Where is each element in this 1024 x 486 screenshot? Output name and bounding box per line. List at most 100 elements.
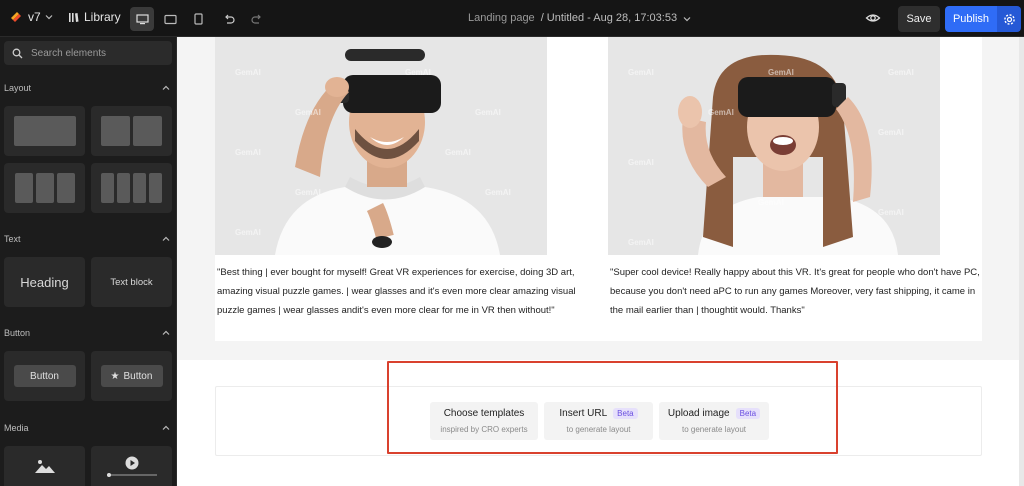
chevron-down-icon xyxy=(683,17,691,22)
top-toolbar: v7 Library Landing page / Untitled - Aug… xyxy=(0,0,1024,37)
testimonial-quote-right[interactable]: "Super cool device! Really happy about t… xyxy=(610,263,982,320)
watermark-text: GemAI xyxy=(235,228,261,237)
text-section-header[interactable]: Text xyxy=(4,234,170,244)
testimonial-photo-man[interactable]: GemAI GemAI GemAI GemAI GemAI GemAI GemA… xyxy=(215,37,547,255)
watermark-text: GemAI xyxy=(445,148,471,157)
heading-element[interactable]: Heading xyxy=(4,257,85,307)
chevron-up-icon xyxy=(162,330,170,335)
watermark-text: GemAI xyxy=(768,68,794,77)
testimonial-quote-left[interactable]: "Best thing | ever bought for myself! Gr… xyxy=(217,263,587,320)
watermark-text: GemAI xyxy=(758,198,784,207)
column-placeholder xyxy=(149,173,162,203)
column-placeholder xyxy=(14,173,33,203)
quote-line: "Best thing | ever bought for myself! Gr… xyxy=(217,267,575,278)
watermark-text: GemAI xyxy=(295,108,321,117)
layout-2-columns[interactable] xyxy=(91,106,172,156)
button-element[interactable]: Button xyxy=(4,351,85,401)
man-vr-illustration: GemAI GemAI GemAI GemAI GemAI GemAI GemA… xyxy=(215,37,547,255)
video-progress-bar xyxy=(106,473,157,477)
publish-button[interactable]: Publish xyxy=(945,6,997,32)
version-menu[interactable]: v7 xyxy=(8,9,53,25)
watermark-text: GemAI xyxy=(485,188,511,197)
watermark-text: GemAI xyxy=(878,128,904,137)
icon-button-preview: ★ Button xyxy=(100,365,163,387)
watermark-text: GemAI xyxy=(405,68,431,77)
elements-sidebar: Layout Text Heading Text block Button Bu… xyxy=(0,37,177,486)
video-element[interactable] xyxy=(91,446,172,486)
editor-canvas[interactable]: GemAI GemAI GemAI GemAI GemAI GemAI GemA… xyxy=(177,37,1024,486)
image-element[interactable] xyxy=(4,446,85,486)
library-icon xyxy=(69,12,79,22)
chevron-up-icon xyxy=(162,425,170,430)
eye-icon xyxy=(865,14,881,22)
testimonial-photo-woman[interactable]: GemAI GemAI GemAI GemAI GemAI GemAI GemA… xyxy=(608,37,940,255)
heading-label: Heading xyxy=(20,274,69,290)
version-label: v7 xyxy=(28,10,41,24)
text-section-title: Text xyxy=(4,234,21,244)
column-placeholder xyxy=(133,116,162,146)
page-title-menu[interactable]: Landing page / Untitled - Aug 28, 17:03:… xyxy=(468,12,691,24)
tablet-icon xyxy=(163,14,177,24)
column-placeholder xyxy=(117,173,130,203)
undo-icon xyxy=(225,14,235,24)
search-icon xyxy=(12,48,23,58)
publish-settings-button[interactable] xyxy=(997,6,1021,32)
redo-button[interactable] xyxy=(245,7,269,31)
save-button[interactable]: Save xyxy=(898,6,940,32)
search-input[interactable] xyxy=(31,47,161,59)
media-section-header[interactable]: Media xyxy=(4,423,170,433)
quote-line: amazing visual puzzle games. | wear glas… xyxy=(217,286,576,297)
page-subtitle: / Untitled - Aug 28, 17:03:53 xyxy=(540,12,678,24)
watermark-text: GemAI xyxy=(628,68,654,77)
desktop-icon xyxy=(135,13,149,24)
undo-button[interactable] xyxy=(217,7,241,31)
star-icon: ★ xyxy=(110,370,120,382)
watermark-text: GemAI xyxy=(888,68,914,77)
quote-line: "Super cool device! Really happy about t… xyxy=(610,267,980,278)
quote-line: the mail earlier than | thoughtit would.… xyxy=(610,305,805,316)
play-icon xyxy=(125,456,138,470)
column-placeholder xyxy=(101,173,114,203)
watermark-text: GemAI xyxy=(628,238,654,247)
layout-section-header[interactable]: Layout xyxy=(4,83,170,93)
search-box[interactable] xyxy=(4,41,172,65)
testimonials-container: GemAI GemAI GemAI GemAI GemAI GemAI GemA… xyxy=(215,37,982,341)
tablet-view-button[interactable] xyxy=(158,7,182,31)
library-label: Library xyxy=(84,10,121,24)
column-placeholder xyxy=(101,116,130,146)
button-section-header[interactable]: Button xyxy=(4,328,170,338)
layout-4-columns[interactable] xyxy=(91,163,172,213)
icon-button-preview-label: Button xyxy=(123,370,153,382)
watermark-text: GemAI xyxy=(295,188,321,197)
quote-line: because you don't need aPC to run any ga… xyxy=(610,286,976,297)
column-placeholder xyxy=(56,173,75,203)
gempages-logo-icon xyxy=(11,12,21,22)
add-section-area: Add section Choose templates inspired by… xyxy=(177,360,1024,486)
icon-button-element[interactable]: ★ Button xyxy=(91,351,172,401)
canvas-scrollbar[interactable] xyxy=(1019,37,1024,486)
mobile-icon xyxy=(193,13,203,25)
watermark-text: GemAI xyxy=(475,108,501,117)
layout-3-columns[interactable] xyxy=(4,163,85,213)
watermark-text: GemAI xyxy=(235,68,261,77)
quote-line: puzzle games | wear glasses andit's even… xyxy=(217,305,555,316)
layout-section-title: Layout xyxy=(4,83,32,93)
gear-icon xyxy=(1003,13,1015,25)
library-button[interactable]: Library xyxy=(68,10,121,24)
column-placeholder xyxy=(133,173,146,203)
media-section-title: Media xyxy=(4,423,29,433)
page-name: Landing page xyxy=(468,12,535,24)
button-section-title: Button xyxy=(4,328,31,338)
text-block-label: Text block xyxy=(110,276,153,288)
desktop-view-button[interactable] xyxy=(130,7,154,31)
text-block-element[interactable]: Text block xyxy=(91,257,172,307)
button-preview-label: Button xyxy=(30,370,59,382)
button-preview: Button xyxy=(13,365,76,387)
testimonials-section[interactable]: GemAI GemAI GemAI GemAI GemAI GemAI GemA… xyxy=(177,37,1024,360)
preview-button[interactable] xyxy=(865,10,881,31)
layout-1-column[interactable] xyxy=(4,106,85,156)
watermark-text: GemAI xyxy=(708,108,734,117)
redo-icon xyxy=(251,14,261,24)
chevron-down-icon xyxy=(45,15,53,20)
mobile-view-button[interactable] xyxy=(186,7,210,31)
